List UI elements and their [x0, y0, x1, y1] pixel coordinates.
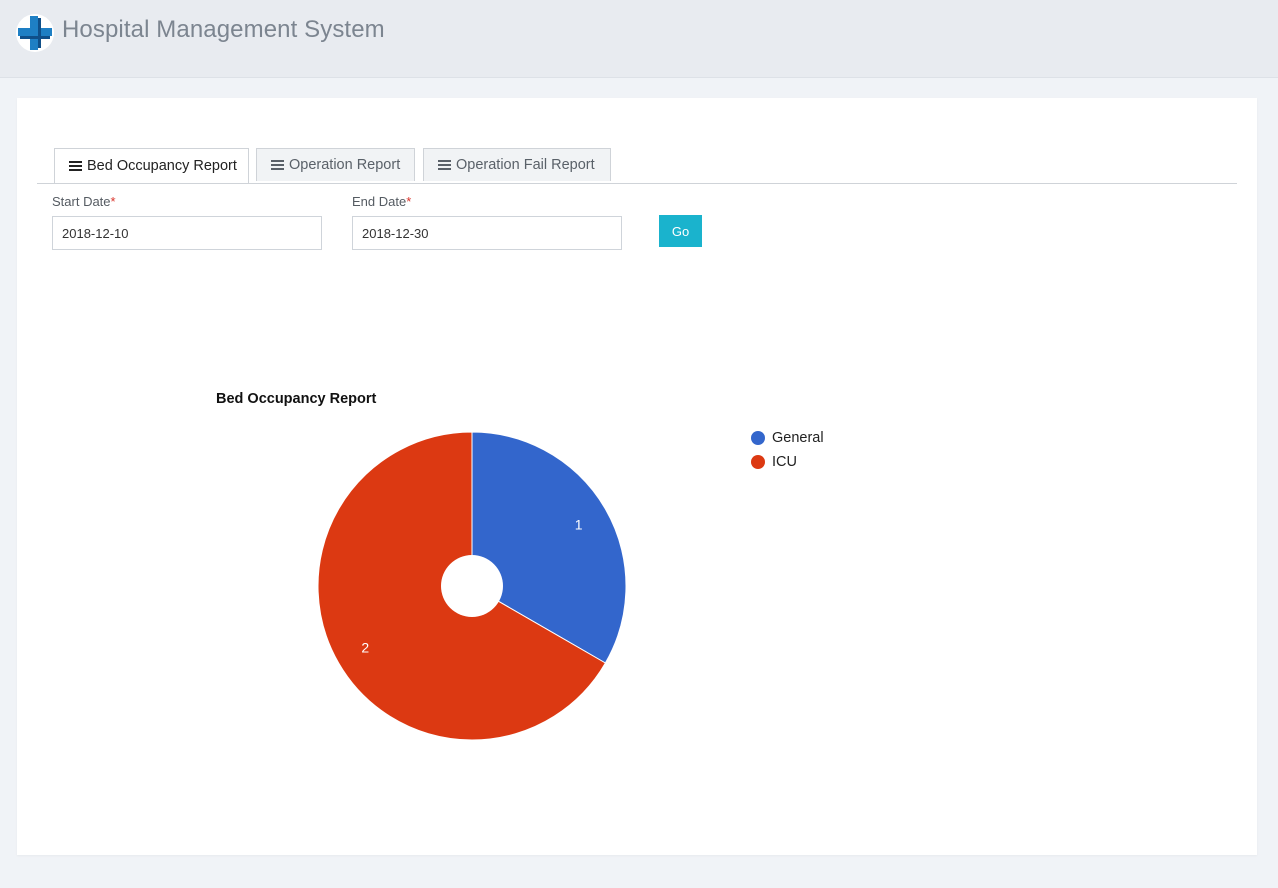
legend-swatch — [751, 431, 765, 445]
legend-swatch — [751, 455, 765, 469]
legend-label: General — [772, 430, 824, 446]
donut-hole — [441, 555, 503, 617]
hospital-cross-icon — [16, 14, 54, 52]
report-card: Bed Occupancy Report Operation Report Op… — [17, 98, 1257, 855]
pie-chart: 12 — [317, 431, 627, 741]
slice-data-label: 2 — [361, 640, 369, 656]
app-title: Hospital Management System — [62, 16, 385, 43]
legend-item-general: General — [751, 430, 824, 446]
slice-data-label: 1 — [575, 516, 583, 532]
app-header: Hospital Management System — [0, 0, 1278, 78]
legend-item-icu: ICU — [751, 454, 797, 470]
legend-label: ICU — [772, 454, 797, 470]
